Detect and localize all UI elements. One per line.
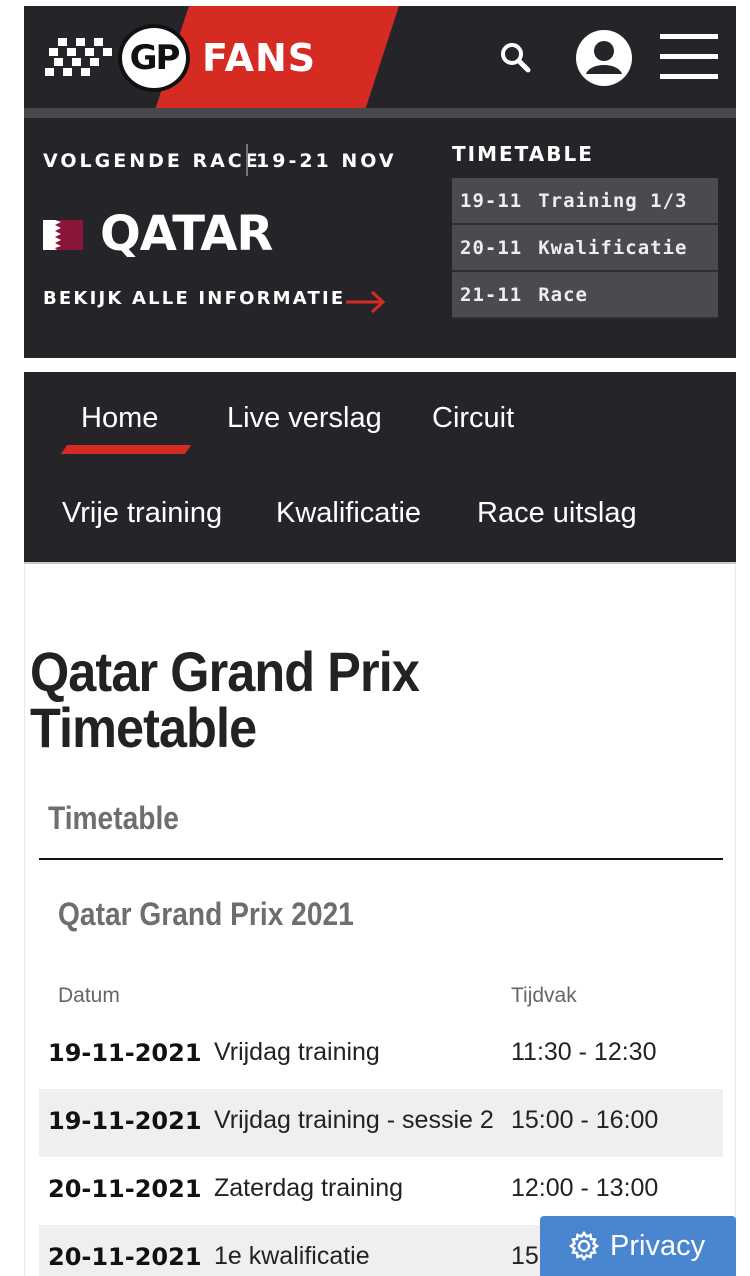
section-divider xyxy=(39,858,723,860)
privacy-label: Privacy xyxy=(610,1229,706,1262)
season-title: Qatar Grand Prix 2021 xyxy=(58,896,354,932)
next-race-dates: 19-21 NOV xyxy=(256,150,397,172)
header-divider xyxy=(24,108,736,118)
timetable-item[interactable]: 20-11 Kwalificatie xyxy=(452,225,718,272)
row-session: 1e kwalificatie xyxy=(214,1242,370,1270)
timetable-session: Kwalificatie xyxy=(538,236,688,259)
row-date: 19-11-2021 xyxy=(48,1107,202,1135)
page-title-line1: Qatar Grand Prix xyxy=(30,640,420,703)
nav-item-race-uitslag[interactable]: Race uitslag xyxy=(477,497,637,530)
row-date: 20-11-2021 xyxy=(48,1175,202,1203)
privacy-button[interactable]: Privacy xyxy=(540,1216,736,1276)
page-title: Qatar Grand Prix Timetable xyxy=(30,644,606,756)
qatar-flag-icon xyxy=(43,220,83,250)
row-time: 15 xyxy=(511,1242,539,1270)
table-row: 19-11-2021 Vrijdag training 11:30 - 12:3… xyxy=(39,1021,723,1089)
table-row: 19-11-2021 Vrijdag training - sessie 2 1… xyxy=(39,1089,723,1157)
timetable-item[interactable]: 21-11 Race xyxy=(452,272,718,319)
row-date: 19-11-2021 xyxy=(48,1039,202,1067)
gear-icon xyxy=(568,1230,600,1262)
nav-item-live-verslag[interactable]: Live verslag xyxy=(227,402,382,435)
divider xyxy=(246,144,248,176)
section-nav: Home Live verslag Circuit Vrije training… xyxy=(24,372,736,564)
column-header-tijdvak: Tijdvak xyxy=(511,984,577,1007)
site-header: GP FANS xyxy=(24,6,736,110)
active-nav-indicator xyxy=(60,445,192,454)
next-race-country[interactable]: QATAR xyxy=(100,206,273,262)
row-session: Vrijdag training xyxy=(214,1038,380,1066)
menu-icon[interactable] xyxy=(660,34,720,80)
logo-fans-text[interactable]: FANS xyxy=(202,36,316,80)
logo-gp[interactable]: GP xyxy=(118,24,190,92)
table-row: 20-11-2021 Zaterdag training 12:00 - 13:… xyxy=(39,1157,723,1225)
page-title-line2: Timetable xyxy=(30,696,257,759)
nav-item-home[interactable]: Home xyxy=(81,402,158,435)
user-icon[interactable] xyxy=(574,28,634,88)
next-race-label: VOLGENDE RACE xyxy=(43,150,261,172)
arrow-right-icon[interactable] xyxy=(346,290,386,314)
column-header-datum: Datum xyxy=(58,984,120,1007)
row-time: 12:00 - 13:00 xyxy=(511,1174,659,1202)
next-race-panel: VOLGENDE RACE 19-21 NOV QATAR BEKIJK ALL… xyxy=(24,118,736,358)
search-icon[interactable] xyxy=(498,40,534,76)
row-time: 11:30 - 12:30 xyxy=(511,1038,657,1066)
timetable-date: 20-11 xyxy=(460,236,523,259)
checkered-flag-icon xyxy=(45,38,112,76)
row-session: Zaterdag training xyxy=(214,1174,404,1202)
row-session: Vrijdag training - sessie 2 xyxy=(214,1106,494,1134)
timetable-session: Training 1/3 xyxy=(538,189,688,212)
nav-item-circuit[interactable]: Circuit xyxy=(432,402,514,435)
timetable-date: 21-11 xyxy=(460,283,523,306)
timetable-heading: TIMETABLE xyxy=(452,142,594,166)
row-date: 20-11-2021 xyxy=(48,1243,202,1271)
view-all-info-link[interactable]: BEKIJK ALLE INFORMATIE xyxy=(43,288,345,309)
nav-item-kwalificatie[interactable]: Kwalificatie xyxy=(276,497,421,530)
timetable-date: 19-11 xyxy=(460,189,523,212)
section-title: Timetable xyxy=(48,800,179,836)
timetable-list: 19-11 Training 1/3 20-11 Kwalificatie 21… xyxy=(452,178,718,319)
nav-item-vrije-training[interactable]: Vrije training xyxy=(62,497,222,530)
row-time: 15:00 - 16:00 xyxy=(511,1106,659,1134)
timetable-item[interactable]: 19-11 Training 1/3 xyxy=(452,178,718,225)
timetable-session: Race xyxy=(538,283,588,306)
